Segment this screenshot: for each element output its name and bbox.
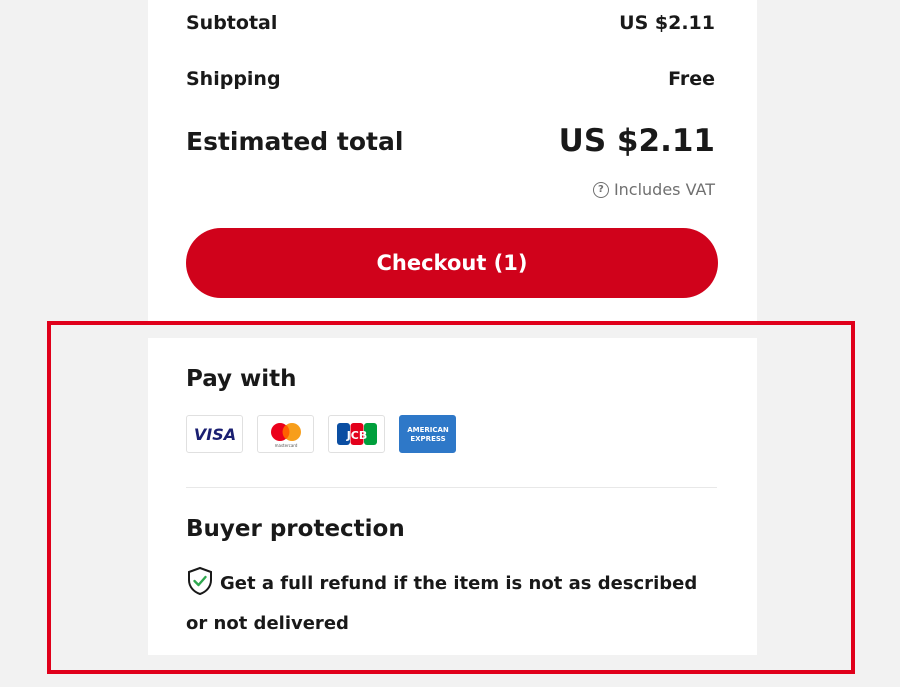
amex-logo-line2: EXPRESS: [410, 435, 445, 443]
pay-with-title: Pay with: [186, 366, 297, 392]
amex-logo-line1: AMERICAN: [407, 426, 449, 434]
shipping-label: Shipping: [186, 68, 281, 90]
subtotal-label: Subtotal: [186, 12, 278, 34]
payment-methods: VISA mastercard JCB AMERICAN EXPRESS: [186, 415, 456, 453]
buyer-protection-text: Get a full refund if the item is not as …: [186, 566, 706, 640]
shield-check-icon: [186, 566, 214, 607]
visa-logo-text: VISA: [193, 425, 235, 444]
estimated-total-label: Estimated total: [186, 126, 404, 156]
estimated-total-row: Estimated total US $2.11: [186, 123, 715, 159]
section-divider: [186, 487, 717, 488]
mastercard-logo-text: mastercard: [274, 443, 297, 448]
question-circle-icon[interactable]: ?: [592, 181, 609, 198]
buyer-protection-title: Buyer protection: [186, 516, 405, 542]
vat-note-text: Includes VAT: [613, 180, 715, 199]
estimated-total-value: US $2.11: [558, 123, 715, 159]
subtotal-row: Subtotal US $2.11: [186, 12, 715, 34]
shipping-row: Shipping Free: [186, 68, 715, 90]
shipping-value: Free: [668, 68, 715, 90]
vat-note: ? Includes VAT: [592, 180, 715, 199]
jcb-logo-text: JCB: [345, 429, 367, 442]
cart-summary-screen: Subtotal US $2.11 Shipping Free Estimate…: [0, 0, 900, 687]
buyer-protection-description: Get a full refund if the item is not as …: [186, 573, 698, 634]
jcb-icon: JCB: [328, 415, 385, 453]
payment-protection-card: Pay with VISA mastercard JCB AMERICAN EX…: [148, 338, 757, 655]
order-summary-card: Subtotal US $2.11 Shipping Free Estimate…: [148, 0, 757, 322]
mastercard-icon: mastercard: [257, 415, 314, 453]
subtotal-value: US $2.11: [619, 12, 715, 34]
amex-icon: AMERICAN EXPRESS: [399, 415, 456, 453]
checkout-button[interactable]: Checkout (1): [186, 228, 718, 298]
visa-icon: VISA: [186, 415, 243, 453]
